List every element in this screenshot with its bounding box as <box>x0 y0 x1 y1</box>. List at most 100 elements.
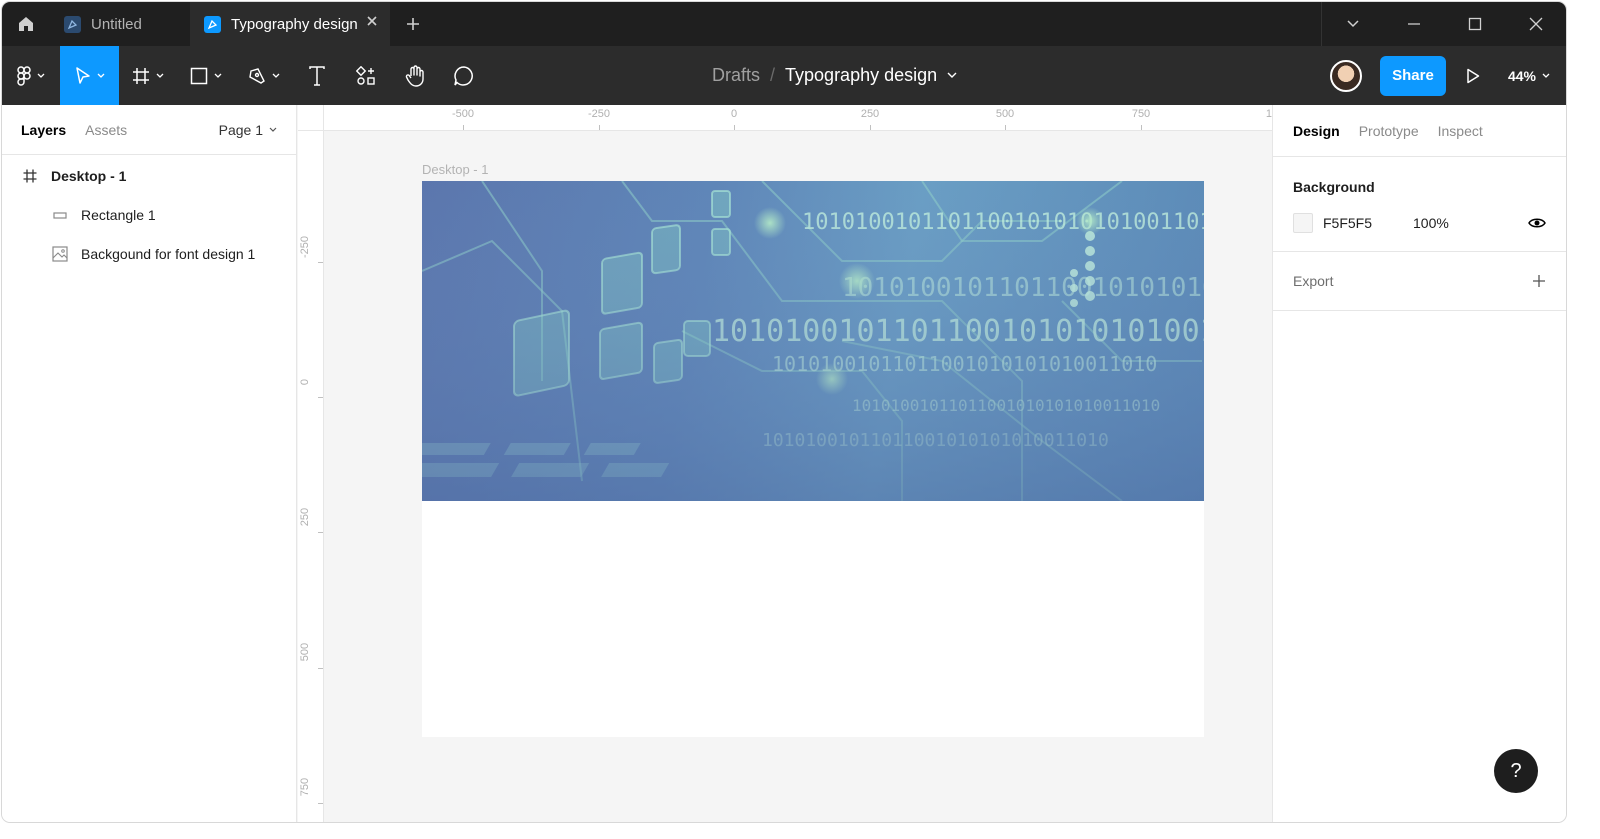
chevron-down-icon <box>97 73 104 78</box>
avatar[interactable] <box>1329 59 1362 92</box>
tab-design[interactable]: Design <box>1293 123 1340 139</box>
home-button[interactable] <box>2 2 50 46</box>
frame-label[interactable]: Desktop - 1 <box>422 162 488 177</box>
help-button[interactable]: ? <box>1494 749 1538 793</box>
background-image[interactable]: 10101001011011001010101010011010 1010100… <box>422 181 1204 501</box>
ruler-tick <box>318 532 323 533</box>
properties-panel: Design Prototype Inspect Background F5F5… <box>1272 105 1566 822</box>
canvas[interactable]: -500 -250 0 250 500 750 10 -250 0 250 50… <box>298 105 1272 822</box>
share-button[interactable]: Share <box>1379 55 1446 96</box>
zoom-menu[interactable]: 44% <box>1508 68 1550 84</box>
text-icon <box>309 65 325 86</box>
desktop-frame[interactable]: 10101001011011001010101010011010 1010100… <box>422 181 1204 737</box>
tab-bar: Untitled Typography design <box>2 2 1566 46</box>
ruler-label: 0 <box>299 378 311 386</box>
ruler-tick <box>1005 125 1006 130</box>
close-window-button[interactable] <box>1505 2 1566 46</box>
tabs-dropdown-button[interactable] <box>1322 2 1383 46</box>
file-name[interactable]: Typography design <box>785 65 937 86</box>
hand-tool[interactable] <box>391 46 439 105</box>
background-section: Background F5F5F5 100% <box>1273 157 1566 252</box>
ruler-tick <box>318 262 323 263</box>
rectangle-icon <box>53 211 67 219</box>
page-selector[interactable]: Page 1 <box>219 122 277 138</box>
shape-tool[interactable] <box>177 46 235 105</box>
frame-icon <box>23 169 37 182</box>
tab-inspect[interactable]: Inspect <box>1438 123 1483 139</box>
window-controls <box>1321 2 1566 46</box>
ruler-tick <box>1141 125 1142 130</box>
design-file-icon <box>204 15 221 33</box>
chevron-down-icon <box>272 73 280 78</box>
eye-icon[interactable] <box>1528 217 1546 229</box>
breadcrumb-separator: / <box>770 65 776 85</box>
play-icon[interactable] <box>1466 68 1480 84</box>
tab-untitled[interactable]: Untitled <box>50 2 190 46</box>
tab-label: Typography design <box>231 15 358 33</box>
maximize-icon <box>1468 17 1481 31</box>
background-fill-row: F5F5F5 100% <box>1293 195 1546 251</box>
tab-assets[interactable]: Assets <box>85 122 127 138</box>
pen-tool[interactable] <box>235 46 293 105</box>
ruler-tick <box>463 125 464 130</box>
comment-tool[interactable] <box>439 46 489 105</box>
ruler-label: 750 <box>1131 108 1151 120</box>
breadcrumb-drafts[interactable]: Drafts <box>712 65 760 86</box>
color-swatch[interactable] <box>1293 213 1313 233</box>
components-icon <box>356 65 375 85</box>
bg-color-input[interactable]: F5F5F5 <box>1323 215 1413 231</box>
plus-icon <box>407 18 419 30</box>
export-section: Export <box>1273 252 1566 311</box>
close-icon <box>1529 17 1542 31</box>
resources-tool[interactable] <box>341 46 391 105</box>
frame-tool[interactable] <box>119 46 177 105</box>
main-menu-button[interactable] <box>2 46 60 105</box>
ruler-label: 500 <box>995 108 1015 120</box>
right-panel-tabs: Design Prototype Inspect <box>1273 105 1566 157</box>
layer-desktop-1[interactable]: Desktop - 1 <box>2 156 296 195</box>
layer-background-image[interactable]: Backgound for font design 1 <box>2 234 296 273</box>
move-tool[interactable] <box>60 46 119 105</box>
left-panel-tabs: Layers Assets Page 1 <box>2 105 296 155</box>
ruler-tick <box>318 803 323 804</box>
ruler-horizontal: -500 -250 0 250 500 750 10 <box>324 105 1272 131</box>
page-name: Page 1 <box>218 121 263 138</box>
ruler-vertical: -250 0 250 500 750 <box>298 131 324 822</box>
ruler-label: -250 <box>299 235 311 259</box>
tab-layers[interactable]: Layers <box>21 122 66 138</box>
breadcrumb: Drafts / Typography design <box>712 46 957 105</box>
toolbar: Drafts / Typography design Share 44% <box>2 46 1566 105</box>
layer-name: Rectangle 1 <box>81 206 156 223</box>
bg-opacity-input[interactable]: 100% <box>1413 215 1449 231</box>
layer-name: Backgound for font design 1 <box>81 245 256 262</box>
ruler-label: 0 <box>730 108 738 120</box>
layers-panel: Layers Assets Page 1 Desktop - 1 Rectang… <box>2 105 297 822</box>
chevron-down-icon <box>1542 73 1550 78</box>
figma-logo-icon <box>17 65 31 86</box>
tab-prototype[interactable]: Prototype <box>1359 123 1419 139</box>
cursor-icon <box>75 66 90 84</box>
text-tool[interactable] <box>293 46 341 105</box>
frame-icon <box>133 67 149 84</box>
layer-rectangle-1[interactable]: Rectangle 1 <box>2 195 296 234</box>
ruler-label: 250 <box>299 507 311 527</box>
tab-typography-design[interactable]: Typography design <box>190 2 390 46</box>
new-tab-button[interactable] <box>390 2 436 46</box>
zoom-level: 44% <box>1507 67 1536 84</box>
app-window: Untitled Typography design Drafts / Typo… <box>2 2 1566 822</box>
home-icon <box>19 17 33 31</box>
ruler-label: 500 <box>299 642 311 662</box>
maximize-button[interactable] <box>1444 2 1505 46</box>
close-tab-icon[interactable] <box>366 15 378 27</box>
ruler-label: 750 <box>299 777 311 797</box>
plus-icon[interactable] <box>1532 274 1546 288</box>
minimize-button[interactable] <box>1383 2 1444 46</box>
comment-icon <box>454 65 473 86</box>
chevron-down-icon <box>214 73 222 78</box>
ruler-tick <box>870 125 871 130</box>
export-title: Export <box>1293 273 1334 289</box>
chevron-down-icon <box>37 73 45 78</box>
pen-icon <box>249 67 265 84</box>
chevron-down-icon[interactable] <box>947 72 957 79</box>
ruler-tick <box>734 125 735 130</box>
